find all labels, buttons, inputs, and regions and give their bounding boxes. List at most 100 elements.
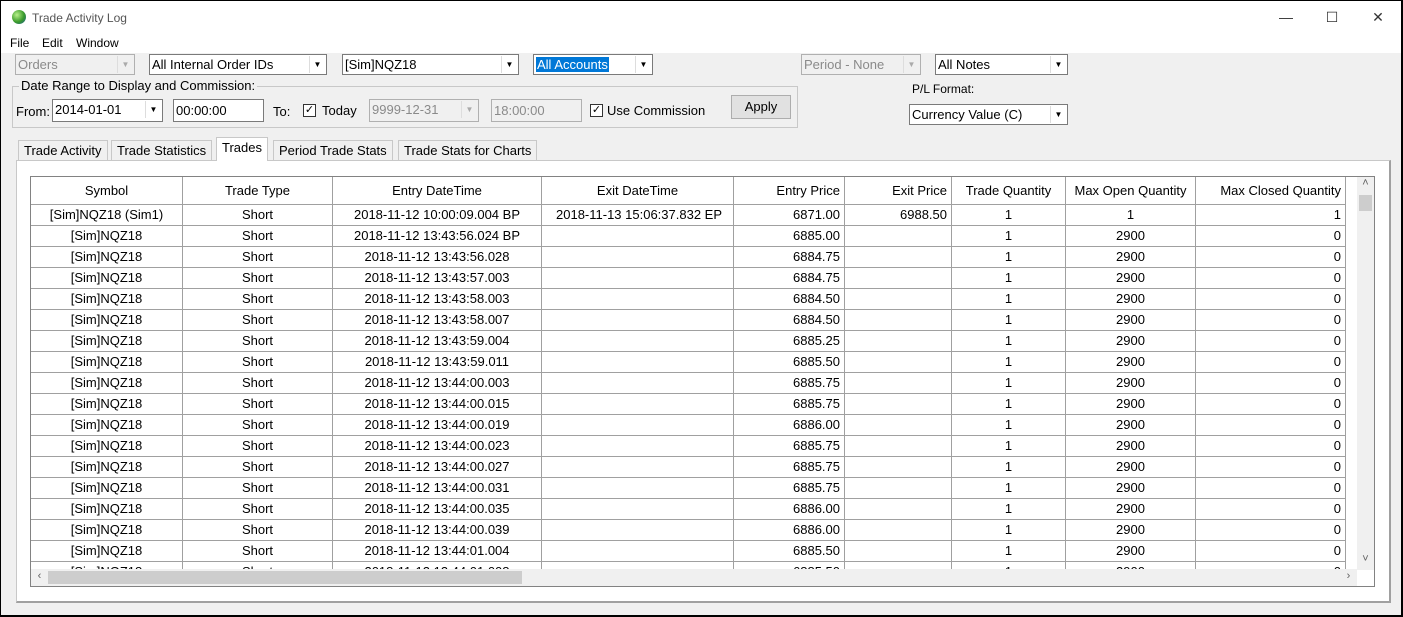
scroll-left-icon[interactable]: ‹ [31,570,48,582]
symbol-value: [Sim]NQZ18 [345,57,417,72]
chevron-down-icon: ▼ [635,56,651,73]
table-cell [845,352,952,373]
table-row[interactable]: [Sim]NQZ18 Short 2018-11-12 13:43:58.007 68… [31,310,1346,331]
tab-trade-stats-for-charts[interactable]: Trade Stats for Charts [398,140,538,161]
table-cell: 0 [1196,268,1346,289]
pl-format-dropdown[interactable]: Currency Value (C) ▼ [909,104,1068,125]
table-cell: 1 [952,436,1066,457]
table-cell: 6884.50 [734,310,845,331]
horizontal-scroll-thumb[interactable] [48,571,522,584]
table-cell: 6885.75 [734,373,845,394]
table-row[interactable]: [Sim]NQZ18 Short 2018-11-12 13:43:59.011 68… [31,352,1346,373]
column-header[interactable]: Max Closed Quantity [1196,177,1346,204]
table-cell: 1 [952,352,1066,373]
table-row[interactable]: [Sim]NQZ18 Short 2018-11-12 13:43:57.003 68… [31,268,1346,289]
pl-format-value: Currency Value (C) [912,107,1023,122]
table-cell: 2018-11-12 13:44:00.039 [333,520,542,541]
from-time-input[interactable]: 00:00:00 [173,99,264,122]
table-cell: 1 [952,289,1066,310]
scroll-right-icon[interactable]: › [1340,570,1357,582]
table-cell: Short [183,331,333,352]
use-commission-checkbox[interactable]: ✓ [590,104,603,117]
from-date-picker[interactable]: 2014-01-01 ▼ [52,99,163,122]
table-row[interactable]: [Sim]NQZ18 Short 2018-11-12 13:43:56.024 B… [31,226,1346,247]
today-checkbox[interactable]: ✓ [303,104,316,117]
order-ids-dropdown[interactable]: All Internal Order IDs ▼ [149,54,327,75]
column-header[interactable]: Symbol [31,177,183,204]
notes-dropdown[interactable]: All Notes ▼ [935,54,1068,75]
chevron-down-icon: ▼ [117,56,133,73]
horizontal-scrollbar[interactable]: ‹ › [31,569,1357,586]
column-header[interactable]: Max Open Quantity [1066,177,1196,204]
table-cell [542,436,734,457]
table-cell [542,331,734,352]
table-row[interactable]: [Sim]NQZ18 Short 2018-11-12 13:43:56.028 68… [31,247,1346,268]
to-time-input[interactable]: 18:00:00 [491,99,582,122]
table-cell: 0 [1196,247,1346,268]
table-row[interactable]: [Sim]NQZ18 Short 2018-11-12 13:44:00.003 68… [31,373,1346,394]
table-cell: Short [183,436,333,457]
table-cell: 0 [1196,226,1346,247]
table-row[interactable]: [Sim]NQZ18 Short 2018-11-12 13:44:00.031 68… [31,478,1346,499]
tab-trade-activity[interactable]: Trade Activity [18,140,108,161]
maximize-button[interactable]: ☐ [1317,7,1347,27]
vertical-scroll-thumb[interactable] [1359,195,1372,211]
table-row[interactable]: [Sim]NQZ18 Short 2018-11-12 13:43:58.003 68… [31,289,1346,310]
column-header[interactable]: Exit DateTime [542,177,734,204]
minimize-button[interactable]: — [1271,7,1301,27]
table-row[interactable]: [Sim]NQZ18 Short 2018-11-12 13:44:00.035 68… [31,499,1346,520]
table-row[interactable]: [Sim]NQZ18 Short 2018-11-12 13:44:01.004 68… [31,541,1346,562]
table-cell: 0 [1196,478,1346,499]
table-row[interactable]: [Sim]NQZ18 Short 2018-11-12 13:44:00.019 68… [31,415,1346,436]
tab-period-trade-stats[interactable]: Period Trade Stats [273,140,393,161]
table-cell: 2900 [1066,268,1196,289]
column-header[interactable]: Entry DateTime [333,177,542,204]
symbol-dropdown[interactable]: [Sim]NQZ18 ▼ [342,54,519,75]
from-date-value: 2014-01-01 [55,102,122,117]
table-cell [542,541,734,562]
table-cell: 1 [952,499,1066,520]
apply-button[interactable]: Apply [731,95,791,119]
table-cell: 6886.00 [734,520,845,541]
accounts-dropdown[interactable]: All Accounts ▼ [533,54,653,75]
period-dropdown[interactable]: Period - None ▼ [801,54,921,75]
menu-edit[interactable]: Edit [42,36,63,50]
column-header[interactable]: Exit Price [845,177,952,204]
table-cell: [Sim]NQZ18 [31,373,183,394]
table-row[interactable]: [Sim]NQZ18 Short 2018-11-12 13:44:00.015 68… [31,394,1346,415]
table-cell: 6886.00 [734,499,845,520]
table-row[interactable]: [Sim]NQZ18 Short 2018-11-12 13:44:00.039 68… [31,520,1346,541]
today-label: Today [322,103,357,118]
table-cell: Short [183,226,333,247]
table-row[interactable]: [Sim]NQZ18 Short 2018-11-12 13:44:00.027 68… [31,457,1346,478]
table-cell: 0 [1196,310,1346,331]
close-button[interactable]: ✕ [1363,7,1393,27]
column-header[interactable]: Entry Price [734,177,845,204]
view-type-dropdown[interactable]: Orders ▼ [15,54,135,75]
table-cell: 2018-11-12 13:43:56.028 [333,247,542,268]
table-cell: 1 [952,226,1066,247]
to-date-picker[interactable]: 9999-12-31 ▼ [369,99,479,122]
scroll-down-icon[interactable]: ˅ [1357,553,1374,565]
menu-file[interactable]: File [10,36,29,50]
table-cell [542,373,734,394]
menu-window[interactable]: Window [76,36,119,50]
column-header[interactable]: Trade Type [183,177,333,204]
table-cell: 1 [952,373,1066,394]
table-cell: 1 [952,268,1066,289]
table-cell [542,352,734,373]
vertical-scrollbar[interactable]: ˄ ˅ [1357,177,1374,570]
table-cell: 1 [952,457,1066,478]
table-cell: 0 [1196,436,1346,457]
table-cell [845,415,952,436]
table-cell: 1 [952,331,1066,352]
table-cell: 0 [1196,352,1346,373]
scroll-up-icon[interactable]: ˄ [1357,177,1374,189]
table-cell [845,226,952,247]
table-row[interactable]: [Sim]NQZ18 (Sim1) Short 2018-11-12 10:00:0… [31,205,1346,226]
table-row[interactable]: [Sim]NQZ18 Short 2018-11-12 13:44:00.023 68… [31,436,1346,457]
tab-trade-statistics[interactable]: Trade Statistics [111,140,213,161]
column-header[interactable]: Trade Quantity [952,177,1066,204]
tab-trades[interactable]: Trades [216,137,268,161]
table-row[interactable]: [Sim]NQZ18 Short 2018-11-12 13:43:59.004 68… [31,331,1346,352]
